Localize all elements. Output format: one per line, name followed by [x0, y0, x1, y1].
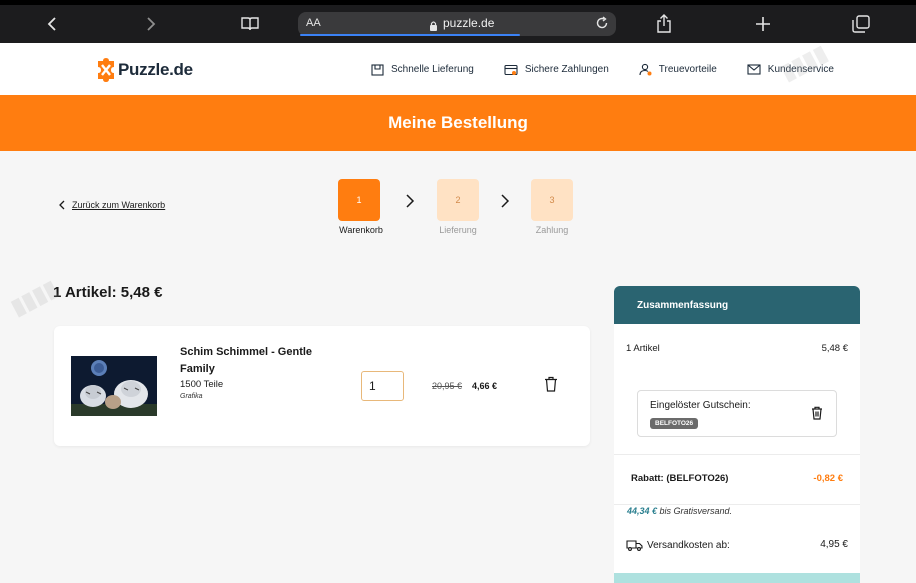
url-text: puzzle.de — [443, 16, 495, 30]
discount-value: -0,82 € — [813, 473, 843, 484]
voucher-box: Eingelöster Gutschein: BELFOTO26 — [637, 390, 837, 437]
voucher-title: Eingelöster Gutschein: — [650, 400, 751, 411]
status-strip — [0, 0, 916, 5]
step-label-lieferung: Lieferung — [439, 225, 477, 235]
summary-header: Zusammenfassung — [614, 286, 860, 324]
user-badge-icon — [639, 63, 652, 76]
usp-schnelle-lieferung[interactable]: Schnelle Lieferung — [371, 63, 474, 76]
page-banner: Meine Bestellung — [0, 95, 916, 151]
summary-title: Zusammenfassung — [637, 299, 729, 311]
step-label-zahlung: Zahlung — [535, 225, 569, 235]
trash-icon[interactable] — [544, 376, 558, 392]
step-label-warenkorb: Warenkorb — [339, 225, 383, 235]
usp-bar: Schnelle Lieferung Sichere Zahlungen Tre… — [371, 63, 864, 76]
browser-toolbar: AA puzzle.de — [0, 0, 916, 43]
page-title: Meine Bestellung — [388, 113, 528, 132]
step-number: 2 — [455, 195, 461, 205]
step-3-zahlung: 3 — [531, 179, 573, 221]
usp-treuevorteile[interactable]: Treuevorteile — [639, 63, 717, 76]
credit-card-icon — [504, 64, 518, 75]
cart-count-title: 1 Artikel: 5,48 € — [53, 284, 163, 301]
logo[interactable]: Puzzle.de — [96, 58, 193, 82]
new-tab-plus-icon[interactable] — [749, 10, 777, 38]
quantity-input[interactable] — [361, 371, 404, 401]
free-shipping-text: bis Gratisversand. — [657, 506, 733, 516]
price-new: 4,66 € — [472, 381, 498, 391]
product-pieces: 1500 Teile — [180, 379, 224, 390]
step-2-lieferung: 2 — [437, 179, 479, 221]
order-summary: Zusammenfassung 1 Artikel 5,48 € Eingelö… — [614, 286, 860, 583]
product-brand: Grafika — [180, 393, 203, 400]
usp-label: Treuevorteile — [658, 64, 717, 75]
discount-label: Rabatt: (BELFOTO26) — [631, 473, 729, 484]
shipping-label: Versandkosten ab: — [647, 539, 730, 551]
logo-text: Puzzle.de — [118, 60, 193, 79]
free-shipping-amount: 44,34 € — [627, 506, 658, 516]
box-icon — [371, 63, 384, 76]
shipping-value: 4,95 € — [820, 539, 848, 550]
address-bar[interactable]: AA puzzle.de — [298, 12, 616, 36]
back-arrow-icon[interactable] — [38, 10, 66, 38]
usp-kundenservice[interactable]: Kundenservice — [747, 63, 834, 76]
voucher-code-badge: BELFOTO26 — [650, 418, 699, 429]
step-number: 3 — [549, 195, 555, 205]
usp-label: Kundenservice — [767, 64, 834, 75]
step-chevron-right-icon — [501, 194, 510, 208]
summary-items-label: 1 Artikel — [626, 343, 660, 354]
step-number: 1 — [356, 195, 362, 205]
divider — [614, 504, 860, 505]
usp-sichere-zahlungen[interactable]: Sichere Zahlungen — [504, 63, 609, 76]
chevron-left-icon — [59, 200, 65, 210]
reload-icon[interactable] — [595, 16, 609, 35]
step-1-warenkorb[interactable]: 1 — [338, 179, 380, 221]
mail-icon — [747, 64, 761, 75]
price-old: 20,95 € — [432, 381, 463, 391]
trash-icon[interactable] — [811, 406, 823, 420]
free-shipping-note: 44,34 € bis Gratisversand. — [627, 506, 732, 516]
step-chevron-right-icon — [406, 194, 415, 208]
share-icon[interactable] — [650, 10, 678, 38]
site-header: Puzzle.de Schnelle Lieferung Sichere Zah… — [0, 43, 916, 95]
cart-item-card: Schim Schimmel - Gentle Family 1500 Teil… — [54, 326, 590, 446]
page-load-progress — [300, 34, 520, 36]
back-to-cart-link[interactable]: Zurück zum Warenkorb — [58, 200, 165, 210]
bookmarks-book-icon[interactable] — [236, 10, 264, 38]
forward-arrow-icon[interactable] — [137, 10, 165, 38]
product-image[interactable] — [71, 356, 157, 416]
back-link-label: Zurück zum Warenkorb — [72, 200, 166, 210]
usp-label: Schnelle Lieferung — [391, 64, 474, 75]
puzzle-piece-logo-icon — [98, 58, 114, 82]
summary-items-value: 5,48 € — [821, 343, 848, 354]
shipping-row: Versandkosten ab: — [626, 539, 730, 551]
tabs-overview-icon[interactable] — [847, 10, 875, 38]
usp-label: Sichere Zahlungen — [524, 64, 609, 75]
summary-footer-bar — [614, 573, 860, 583]
product-name[interactable]: Schim Schimmel - Gentle Family — [180, 344, 340, 378]
divider — [614, 454, 860, 455]
reader-mode-button[interactable]: AA — [306, 17, 321, 29]
truck-icon — [626, 540, 643, 551]
